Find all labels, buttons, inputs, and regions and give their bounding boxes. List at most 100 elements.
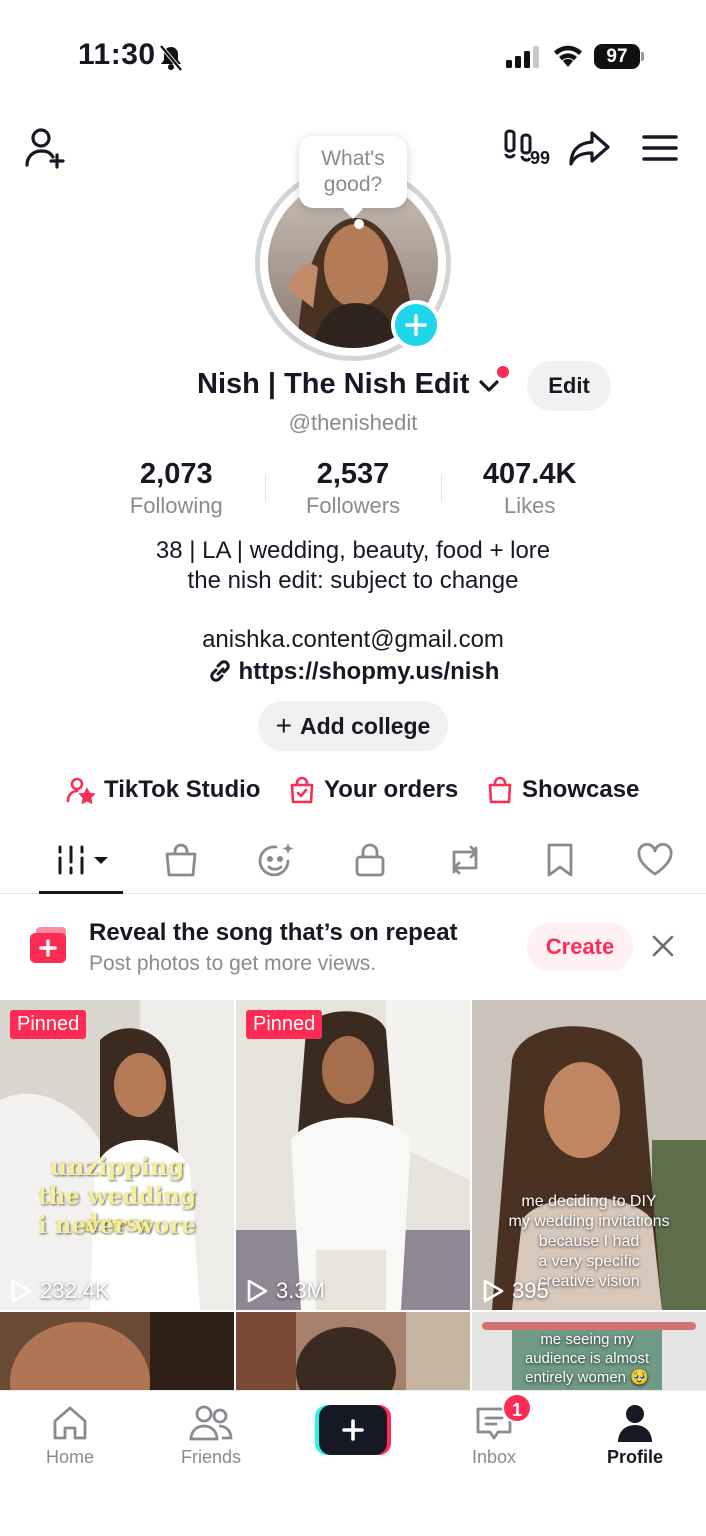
bio-email: anishka.content@gmail.com	[202, 626, 504, 653]
create-video-button[interactable]	[315, 1405, 391, 1455]
profile-views-footprints-icon[interactable]: 99	[502, 128, 554, 168]
add-friend-icon[interactable]	[24, 126, 68, 170]
bio-link-text: https://shopmy.us/nish	[238, 658, 500, 685]
thumbnail-image	[236, 1312, 470, 1392]
promo-banner: Reveal the song that’s on repeat Post ph…	[0, 897, 706, 997]
caption-line: because I had	[538, 1233, 640, 1250]
tab-reposts-avatar[interactable]	[246, 838, 306, 882]
bio-line: 38 | LA | wedding, beauty, food + lore	[155, 537, 551, 564]
face-sparkle-icon	[258, 843, 294, 877]
view-count: 395	[482, 1278, 549, 1304]
video-thumbnail[interactable]	[0, 1312, 234, 1392]
video-caption: i never wore	[37, 1212, 197, 1239]
bio-line: the nish edit: subject to change	[187, 567, 519, 594]
view-count-text: 232.4K	[40, 1278, 110, 1303]
wifi-icon	[553, 43, 583, 72]
video-thumbnail[interactable]: me seeing my audience is almost entirely…	[472, 1312, 706, 1392]
play-icon	[247, 1279, 268, 1303]
tab-saved[interactable]	[530, 838, 590, 882]
share-icon[interactable]	[568, 128, 612, 168]
tab-shop[interactable]	[151, 838, 211, 882]
repost-icon	[452, 845, 478, 875]
studio-person-star-icon	[66, 777, 96, 804]
nav-profile[interactable]: Profile	[585, 1401, 685, 1468]
quick-link-label: TikTok Studio	[104, 776, 261, 803]
orders-bag-icon	[290, 776, 314, 804]
pinned-badge: Pinned	[246, 1010, 323, 1039]
lock-icon	[355, 843, 385, 877]
close-icon[interactable]	[650, 933, 676, 964]
shopping-bag-icon	[488, 776, 512, 804]
video-caption: unzipping	[49, 1152, 185, 1181]
tiktok-studio-link[interactable]: TikTok Studio	[66, 770, 260, 810]
stat-label: Likes	[504, 493, 556, 518]
battery-indicator: 97	[594, 44, 640, 69]
shop-bag-icon	[165, 843, 197, 877]
note-bubble[interactable]: What's good?	[299, 136, 407, 208]
menu-hamburger-icon[interactable]	[640, 130, 680, 166]
tab-private[interactable]	[340, 838, 400, 882]
thumbnail-image	[0, 1312, 234, 1392]
nav-friends[interactable]: Friends	[161, 1401, 261, 1468]
video-grid: Pinned unzipping the wedding dress i nev…	[0, 1000, 706, 1392]
nav-label: Friends	[180, 1447, 242, 1467]
view-count: 3.3M	[246, 1278, 325, 1304]
bottom-nav: Home Friends Inbox Profile	[0, 1390, 706, 1536]
video-thumbnail[interactable]: Pinned 3.3M	[236, 1000, 470, 1310]
stat-following[interactable]: 2,073 Following	[88, 458, 265, 524]
quick-link-label: Showcase	[522, 776, 640, 803]
stat-divider	[265, 474, 266, 502]
view-count: 232.4K	[10, 1278, 110, 1304]
add-college-button[interactable]: + Add college	[258, 701, 448, 751]
stat-likes[interactable]: 407.4K Likes	[441, 458, 618, 524]
nav-label: Home	[45, 1447, 94, 1467]
profile-stats: 2,073 Following 2,537 Followers 407.4K L…	[88, 458, 618, 524]
showcase-link[interactable]: Showcase	[486, 770, 639, 810]
caption-line: entirely women 🥹	[525, 1369, 649, 1386]
chevron-down-icon[interactable]	[478, 378, 500, 399]
friends-icon	[161, 1401, 261, 1445]
quick-link-label: Your orders	[324, 776, 459, 803]
tab-videos[interactable]	[52, 838, 112, 882]
heart-icon	[637, 843, 673, 876]
video-thumbnail[interactable]: Pinned unzipping the wedding dress i nev…	[0, 1000, 234, 1310]
create-button[interactable]: Create	[527, 923, 633, 971]
tab-liked[interactable]	[625, 838, 685, 882]
nav-label: Inbox	[471, 1447, 517, 1467]
bio-link[interactable]: https://shopmy.us/nish	[0, 658, 706, 686]
account-notification-dot	[497, 366, 509, 378]
caption-line: me deciding to DIY	[521, 1193, 657, 1210]
display-name[interactable]: Nish | The Nish Edit	[197, 368, 469, 401]
add-college-label: Add college	[300, 712, 431, 739]
home-icon	[20, 1401, 120, 1445]
banner-title: Reveal the song that’s on repeat	[89, 919, 458, 946]
note-bubble-dot	[354, 219, 364, 229]
add-story-button[interactable]	[391, 300, 441, 350]
link-icon	[209, 660, 230, 682]
video-caption: me deciding to DIY my wedding invitation…	[492, 1192, 686, 1292]
edit-profile-button[interactable]: Edit	[527, 361, 611, 411]
stat-value: 407.4K	[482, 458, 577, 490]
tab-reposts[interactable]	[435, 838, 495, 882]
your-orders-link[interactable]: Your orders	[288, 770, 458, 810]
plus-icon: +	[275, 710, 292, 741]
nav-label: Profile	[606, 1447, 663, 1467]
status-bar: 11:30 97	[0, 0, 706, 110]
nav-home[interactable]: Home	[20, 1401, 120, 1468]
banner-subtitle: Post photos to get more views.	[89, 952, 377, 975]
video-thumbnail[interactable]	[236, 1312, 470, 1392]
thumbnail-image	[236, 1000, 470, 1310]
profile-person-icon	[585, 1401, 685, 1445]
video-thumbnail[interactable]: me deciding to DIY my wedding invitation…	[472, 1000, 706, 1310]
status-time: 11:30	[78, 38, 156, 71]
inbox-badge: 1	[502, 1393, 532, 1423]
cellular-signal-icon	[506, 46, 540, 73]
play-icon	[11, 1279, 32, 1303]
stat-value: 2,073	[140, 458, 213, 490]
stat-value: 2,537	[316, 458, 390, 490]
username-handle: @thenishedit	[288, 410, 418, 435]
caption-line: audience is almost	[524, 1350, 650, 1367]
photo-plus-icon	[30, 927, 70, 968]
caption-line: my wedding invitations	[508, 1213, 670, 1230]
stat-followers[interactable]: 2,537 Followers	[265, 458, 442, 524]
